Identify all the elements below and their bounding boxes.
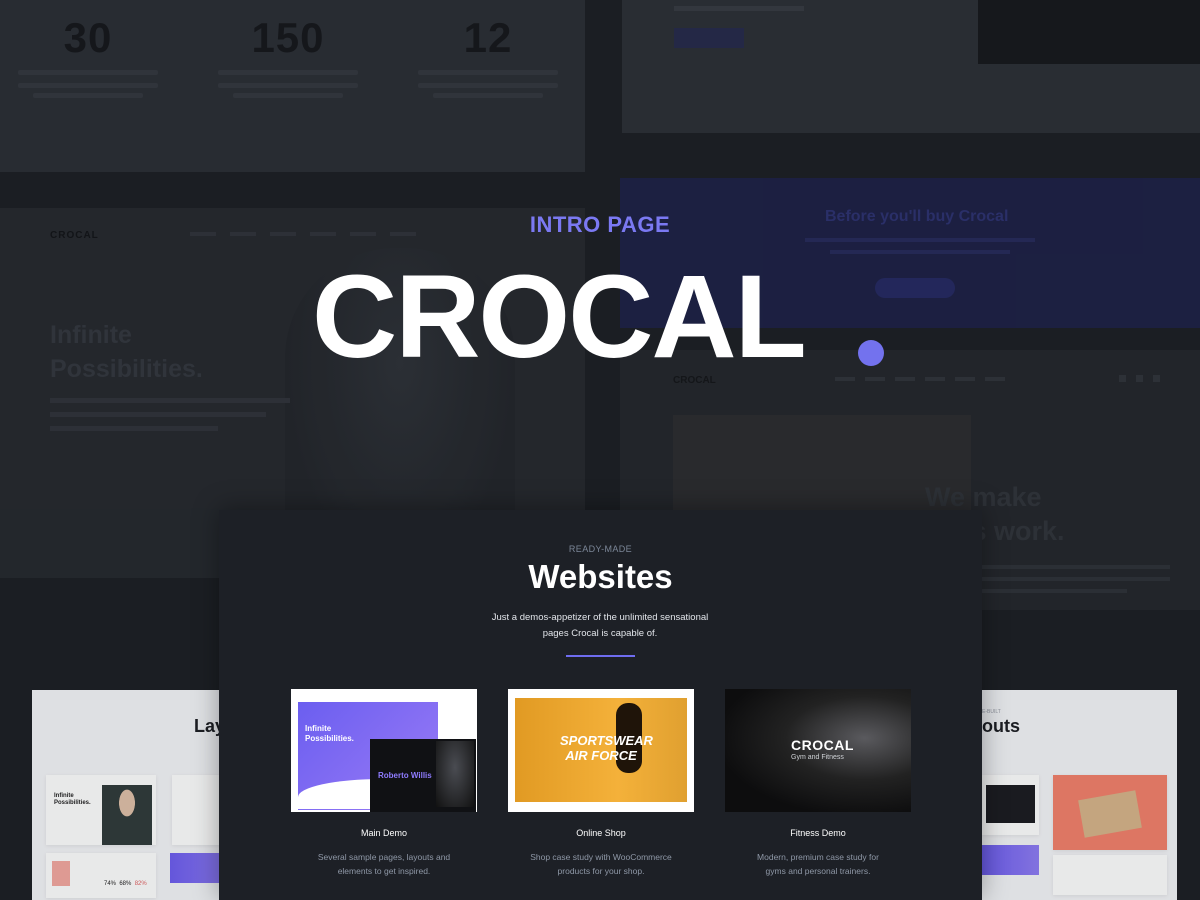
section-description: Just a demos-appetizer of the unlimited … — [491, 612, 709, 639]
websites-section: READY-MADE Websites Just a demos-appetiz… — [219, 510, 982, 900]
section-eyebrow: READY-MADE — [568, 544, 633, 554]
demo-card-shop[interactable]: SPORTSWEAR AIR FORCE Online Shop Shop ca… — [508, 689, 694, 878]
demo-thumbnail[interactable]: SPORTSWEAR AIR FORCE — [508, 689, 694, 812]
demo-name[interactable]: Online Shop — [508, 828, 694, 838]
demo-name[interactable]: Main Demo — [291, 828, 477, 838]
bg-promo-button — [875, 278, 955, 298]
stat-number: 12 — [463, 14, 513, 61]
intro-page: 30 150 12 CROCAL Infinite Possibilities.… — [0, 0, 1200, 900]
layout-thumb — [1053, 775, 1167, 850]
layout-thumb: Infinite Possibilities. — [46, 775, 156, 845]
stat-number: 30 — [63, 14, 113, 61]
stat-item: 150 — [208, 14, 368, 98]
stat-item: 30 — [8, 14, 168, 98]
stat-number: 150 — [251, 14, 325, 61]
section-title: Websites — [528, 558, 673, 595]
brand-dot — [858, 340, 884, 366]
demo-card-main[interactable]: Infinite Possibilities. Roberto Willis M… — [291, 689, 477, 878]
stat-item: 12 — [408, 14, 568, 98]
demo-thumbnail[interactable]: Infinite Possibilities. Roberto Willis — [291, 689, 477, 812]
layouts-heading-right: outs — [982, 716, 1020, 736]
layouts-eyebrow-right: E-BUILT — [982, 709, 1001, 715]
bg-button — [674, 28, 744, 48]
bg-topright-mockup — [622, 0, 1200, 133]
demo-name[interactable]: Fitness Demo — [725, 828, 911, 838]
section-divider — [566, 655, 635, 657]
demo-description: Several sample pages, layouts and elemen… — [317, 852, 451, 876]
demo-thumbnail[interactable]: CROCAL Gym and Fitness — [725, 689, 911, 812]
brand-logo-title: CROCAL — [312, 251, 807, 383]
demo-description: Shop case study with WooCommerce product… — [530, 852, 672, 876]
demo-card-fitness[interactable]: CROCAL Gym and Fitness Fitness Demo Mode… — [725, 689, 911, 878]
layout-thumb — [1053, 855, 1167, 895]
bg-stats-section: 30 150 12 — [0, 0, 585, 172]
bg-heading: Infinite Possibilities. — [50, 321, 203, 383]
demo-description: Modern, premium case study for gyms and … — [757, 852, 879, 876]
intro-eyebrow: INTRO PAGE — [529, 212, 671, 237]
layout-thumb — [982, 775, 1039, 835]
layout-thumb: 74% 68% 82% — [46, 853, 156, 898]
